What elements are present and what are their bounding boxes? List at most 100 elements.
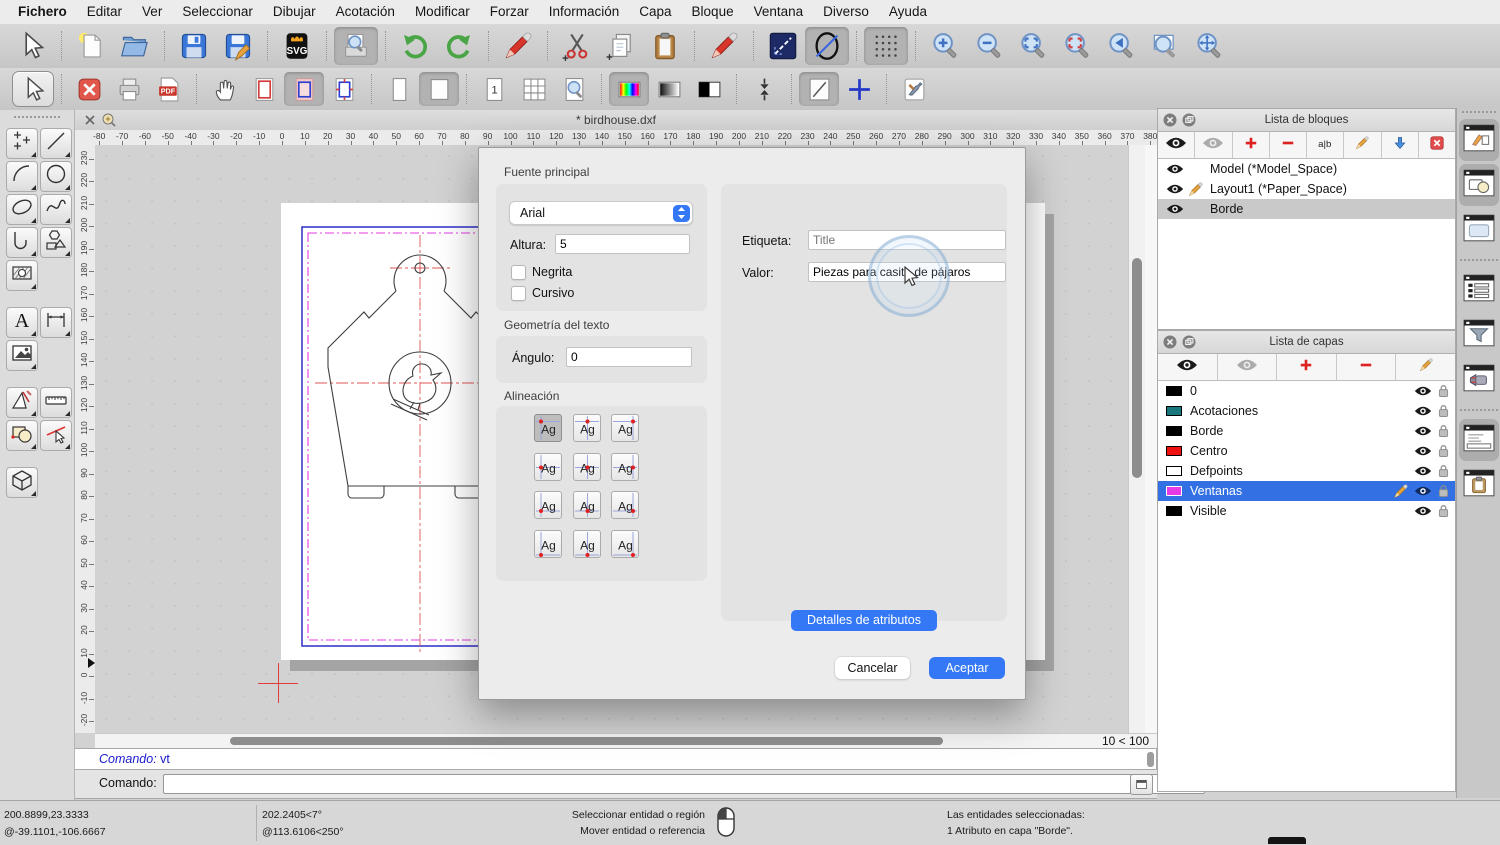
alignment-cell-bottom-left[interactable]: Ag xyxy=(534,530,562,558)
save-as-button[interactable] xyxy=(216,27,260,65)
arc-tools-button[interactable] xyxy=(6,161,38,192)
block-visibility-eye-icon[interactable] xyxy=(1166,183,1184,195)
alignment-cell-middle-right[interactable]: Ag xyxy=(611,453,639,481)
layer-lock-icon[interactable] xyxy=(1438,444,1449,458)
layer-row[interactable]: Centro xyxy=(1158,441,1455,461)
ellipse-tools-button[interactable] xyxy=(6,194,38,225)
snap-tools-button[interactable] xyxy=(40,420,72,451)
block-visibility-eye-icon[interactable] xyxy=(1166,163,1184,175)
attribute-details-button[interactable]: Detalles de atributos xyxy=(791,610,937,631)
copy-button[interactable] xyxy=(599,27,643,65)
viewport-highlight-button[interactable] xyxy=(284,72,324,106)
pointer-button[interactable] xyxy=(10,27,54,65)
svg-export-button[interactable]: SVG xyxy=(275,27,319,65)
save-button[interactable] xyxy=(172,27,216,65)
menu-ver[interactable]: Ver xyxy=(132,0,172,24)
color-mode-button[interactable] xyxy=(609,72,649,106)
alignment-cell-top-center[interactable]: Ag xyxy=(573,414,601,442)
shape-tools-button[interactable] xyxy=(40,227,72,258)
image-tool-button[interactable] xyxy=(6,340,38,371)
alignment-cell-bottom-center[interactable]: Ag xyxy=(573,530,601,558)
add-button[interactable] xyxy=(1277,354,1337,380)
zoom-out-button[interactable] xyxy=(967,27,1011,65)
menu-editar[interactable]: Editar xyxy=(77,0,132,24)
insert-block-button[interactable] xyxy=(1382,132,1419,158)
rename-ab-button[interactable]: a|b xyxy=(1307,132,1344,158)
frame-visibility-button[interactable] xyxy=(244,72,284,106)
layer-visibility-eye-icon[interactable] xyxy=(1414,485,1432,497)
layer-row[interactable]: Ventanas xyxy=(1158,481,1455,501)
block-tools-button[interactable] xyxy=(6,420,38,451)
eye-hidden-button[interactable] xyxy=(1218,354,1278,380)
layer-visibility-eye-icon[interactable] xyxy=(1414,505,1432,517)
block-edit-pencil-icon[interactable] xyxy=(1184,182,1206,197)
collapse-vertical-button[interactable] xyxy=(744,72,784,106)
zoom-selection-button[interactable] xyxy=(1055,27,1099,65)
snap-center-button[interactable] xyxy=(839,72,879,106)
layer-visibility-eye-icon[interactable] xyxy=(1414,385,1432,397)
redo-button[interactable] xyxy=(437,27,481,65)
document-close-icon[interactable] xyxy=(84,114,96,126)
menu-forzar[interactable]: Forzar xyxy=(480,0,539,24)
layer-row[interactable]: 0 xyxy=(1158,381,1455,401)
alignment-cell-base-center[interactable]: Ag xyxy=(573,491,601,519)
alignment-cell-middle-center[interactable]: Ag xyxy=(573,453,601,481)
edit-pencil-button[interactable] xyxy=(1396,354,1455,380)
edit-entity-button[interactable] xyxy=(702,27,746,65)
point-tools-button[interactable] xyxy=(6,128,38,159)
polyline-tools-button[interactable] xyxy=(6,227,38,258)
close-document-button[interactable] xyxy=(69,72,109,106)
alignment-cell-top-left[interactable]: Ag xyxy=(534,414,562,442)
zoom-page-button[interactable] xyxy=(554,72,594,106)
text-tool-button[interactable]: A xyxy=(6,307,38,338)
menu-acotación[interactable]: Acotación xyxy=(326,0,405,24)
ellipse-slash-button[interactable] xyxy=(805,27,849,65)
block-row[interactable]: Model (*Model_Space) xyxy=(1158,159,1455,179)
menu-dibujar[interactable]: Dibujar xyxy=(263,0,326,24)
layer-row[interactable]: Visible xyxy=(1158,501,1455,521)
grid-toggle-button[interactable] xyxy=(864,27,908,65)
modify-tools-button[interactable] xyxy=(6,387,38,418)
alignment-cell-bottom-right[interactable]: Ag xyxy=(611,530,639,558)
library-panel-button[interactable] xyxy=(1459,209,1499,251)
ok-button[interactable]: Aceptar xyxy=(929,657,1005,679)
command-input[interactable] xyxy=(163,774,1205,794)
open-folder-button[interactable] xyxy=(113,27,157,65)
panel-detach-icon[interactable] xyxy=(1182,335,1196,349)
zoom-in-button[interactable] xyxy=(923,27,967,65)
alignment-cell-base-left[interactable]: Ag xyxy=(534,491,562,519)
block-list-panel-button[interactable] xyxy=(1459,119,1499,161)
spline-tools-button[interactable] xyxy=(40,194,72,225)
command-history-scrollbar[interactable] xyxy=(1147,752,1154,767)
lineweight-box-button[interactable] xyxy=(761,27,805,65)
block-row[interactable]: Layout1 (*Paper_Space) xyxy=(1158,179,1455,199)
measure-tools-button[interactable] xyxy=(40,387,72,418)
zoom-pan-button[interactable] xyxy=(1187,27,1231,65)
vertical-scroll-thumb[interactable] xyxy=(1132,258,1142,478)
layer-lock-icon[interactable] xyxy=(1438,424,1449,438)
edit-pencil-button[interactable] xyxy=(1344,132,1381,158)
cut-button[interactable] xyxy=(555,27,599,65)
solid-tools-button[interactable] xyxy=(6,467,38,498)
layer-list-panel-button[interactable] xyxy=(1459,164,1499,206)
layer-row[interactable]: Defpoints xyxy=(1158,461,1455,481)
panel-detach-icon[interactable] xyxy=(1182,113,1196,127)
layer-row[interactable]: Acotaciones xyxy=(1158,401,1455,421)
menu-información[interactable]: Información xyxy=(539,0,630,24)
layer-lock-icon[interactable] xyxy=(1438,504,1449,518)
menu-ayuda[interactable]: Ayuda xyxy=(879,0,937,24)
circle-tools-button[interactable] xyxy=(40,161,72,192)
page-grid-button[interactable] xyxy=(514,72,554,106)
page-current-button[interactable] xyxy=(419,72,459,106)
print-preview-button[interactable] xyxy=(334,27,378,65)
bold-checkbox[interactable] xyxy=(511,265,526,280)
layer-lock-icon[interactable] xyxy=(1438,384,1449,398)
page-portrait-button[interactable] xyxy=(379,72,419,106)
remove-button[interactable] xyxy=(1337,354,1397,380)
print-button[interactable] xyxy=(109,72,149,106)
italic-checkbox[interactable] xyxy=(511,286,526,301)
add-button[interactable] xyxy=(1233,132,1270,158)
hatch-tools-button[interactable] xyxy=(6,260,38,291)
menu-modificar[interactable]: Modificar xyxy=(405,0,480,24)
clipboard-panel-button[interactable] xyxy=(1459,464,1499,506)
